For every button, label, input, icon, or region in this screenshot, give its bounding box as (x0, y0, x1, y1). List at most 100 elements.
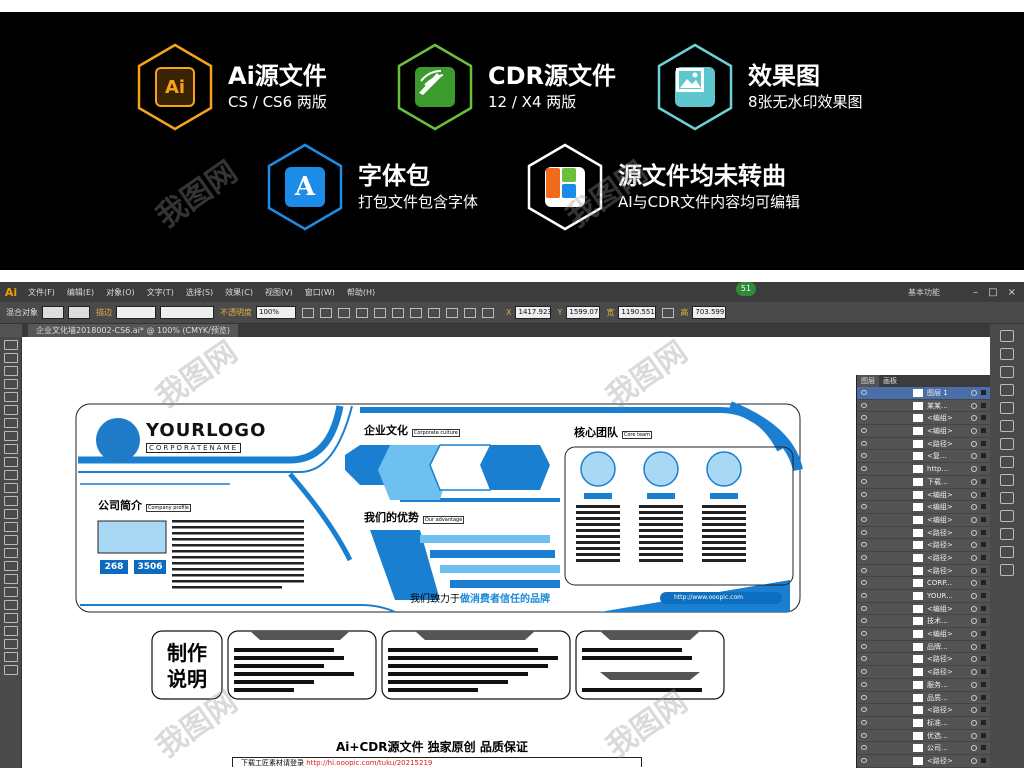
selection-indicator[interactable] (981, 504, 986, 510)
target-icon[interactable] (971, 707, 977, 714)
layer-row[interactable]: 图层 1 (857, 387, 990, 400)
selection-indicator[interactable] (981, 390, 986, 395)
visibility-eye-icon[interactable] (861, 643, 867, 649)
selection-indicator[interactable] (981, 707, 986, 713)
selection-indicator[interactable] (981, 428, 986, 434)
target-icon[interactable] (971, 529, 977, 536)
selection-indicator[interactable] (981, 694, 986, 700)
target-icon[interactable] (971, 681, 977, 688)
layer-row[interactable]: 服务... (857, 679, 990, 692)
layer-row[interactable]: <编组> (857, 425, 990, 438)
layer-row[interactable]: CORP... (857, 577, 990, 590)
selection-indicator[interactable] (981, 491, 986, 497)
layer-row[interactable]: http... (857, 463, 990, 476)
selection-indicator[interactable] (981, 440, 986, 446)
visibility-eye-icon[interactable] (861, 580, 867, 586)
selection-indicator[interactable] (981, 554, 986, 560)
visibility-eye-icon[interactable] (861, 669, 867, 675)
visibility-eye-icon[interactable] (861, 440, 867, 446)
target-icon[interactable] (971, 618, 977, 625)
selection-indicator[interactable] (981, 453, 986, 459)
visibility-eye-icon[interactable] (861, 542, 867, 548)
layer-row[interactable]: 技术... (857, 615, 990, 629)
visibility-eye-icon[interactable] (861, 605, 867, 611)
visibility-eye-icon[interactable] (861, 478, 867, 484)
layer-row[interactable]: <路径> (857, 666, 990, 679)
layer-row[interactable]: YOUR... (857, 590, 990, 603)
layer-row[interactable]: <编组> (857, 628, 990, 641)
visibility-eye-icon[interactable] (861, 491, 867, 497)
selection-indicator[interactable] (981, 415, 986, 421)
selection-indicator[interactable] (981, 732, 986, 738)
selection-indicator[interactable] (981, 580, 986, 586)
target-icon[interactable] (971, 757, 977, 764)
layer-row[interactable]: <编组> (857, 501, 990, 514)
layer-row[interactable]: <编组> (857, 489, 990, 502)
layer-row[interactable]: <路径> (857, 653, 990, 667)
target-icon[interactable] (971, 478, 977, 485)
visibility-eye-icon[interactable] (861, 719, 867, 725)
visibility-eye-icon[interactable] (861, 504, 867, 510)
target-icon[interactable] (971, 516, 977, 523)
visibility-eye-icon[interactable] (861, 681, 867, 687)
visibility-eye-icon[interactable] (861, 554, 867, 560)
selection-indicator[interactable] (981, 402, 986, 408)
layer-row[interactable]: <路径> (857, 704, 990, 717)
layer-row[interactable]: <路径> (857, 539, 990, 552)
tab-artboards[interactable]: 画板 (879, 375, 901, 387)
tab-layers[interactable]: 图层 (857, 375, 879, 387)
visibility-eye-icon[interactable] (861, 707, 867, 713)
visibility-eye-icon[interactable] (861, 745, 867, 751)
layer-row[interactable]: <编组> (857, 603, 990, 616)
visibility-eye-icon[interactable] (861, 618, 867, 624)
layer-row[interactable]: <编组> (857, 412, 990, 426)
layer-row[interactable]: 优选... (857, 730, 990, 743)
target-icon[interactable] (971, 415, 977, 422)
selection-indicator[interactable] (981, 478, 986, 484)
visibility-eye-icon[interactable] (861, 631, 867, 637)
visibility-eye-icon[interactable] (861, 757, 867, 763)
layer-row[interactable]: <路径> (857, 565, 990, 578)
visibility-eye-icon[interactable] (861, 516, 867, 522)
selection-indicator[interactable] (981, 618, 986, 624)
layer-row[interactable]: <路径> (857, 552, 990, 565)
selection-indicator[interactable] (981, 643, 986, 649)
target-icon[interactable] (971, 390, 977, 396)
visibility-eye-icon[interactable] (861, 593, 867, 598)
selection-indicator[interactable] (981, 719, 986, 725)
selection-indicator[interactable] (981, 605, 986, 611)
target-icon[interactable] (971, 554, 977, 561)
selection-indicator[interactable] (981, 745, 986, 751)
visibility-eye-icon[interactable] (861, 466, 867, 472)
layer-row[interactable]: <复... (857, 450, 990, 464)
layer-row[interactable]: 品牌... (857, 641, 990, 654)
target-icon[interactable] (971, 694, 977, 701)
layer-row[interactable]: <路径> (857, 438, 990, 451)
layer-row[interactable]: <编组> (857, 514, 990, 527)
selection-indicator[interactable] (981, 593, 986, 598)
layer-row[interactable]: <路径> (857, 527, 990, 540)
selection-indicator[interactable] (981, 466, 986, 472)
target-icon[interactable] (971, 643, 977, 650)
layer-row[interactable]: 某某... (857, 400, 990, 413)
layer-row[interactable]: 公司... (857, 742, 990, 755)
target-icon[interactable] (971, 402, 977, 409)
visibility-eye-icon[interactable] (861, 453, 867, 459)
visibility-eye-icon[interactable] (861, 390, 867, 395)
selection-indicator[interactable] (981, 681, 986, 687)
target-icon[interactable] (971, 580, 977, 587)
layer-row[interactable]: 下载... (857, 476, 990, 489)
selection-indicator[interactable] (981, 669, 986, 675)
target-icon[interactable] (971, 440, 977, 447)
layer-row[interactable]: <路径> (857, 755, 990, 768)
target-icon[interactable] (971, 732, 977, 739)
visibility-eye-icon[interactable] (861, 428, 867, 434)
target-icon[interactable] (971, 567, 977, 574)
selection-indicator[interactable] (981, 567, 986, 573)
target-icon[interactable] (971, 542, 977, 549)
layer-row[interactable]: 标准... (857, 717, 990, 730)
selection-indicator[interactable] (981, 656, 986, 662)
selection-indicator[interactable] (981, 516, 986, 522)
target-icon[interactable] (971, 428, 977, 435)
target-icon[interactable] (971, 719, 977, 726)
